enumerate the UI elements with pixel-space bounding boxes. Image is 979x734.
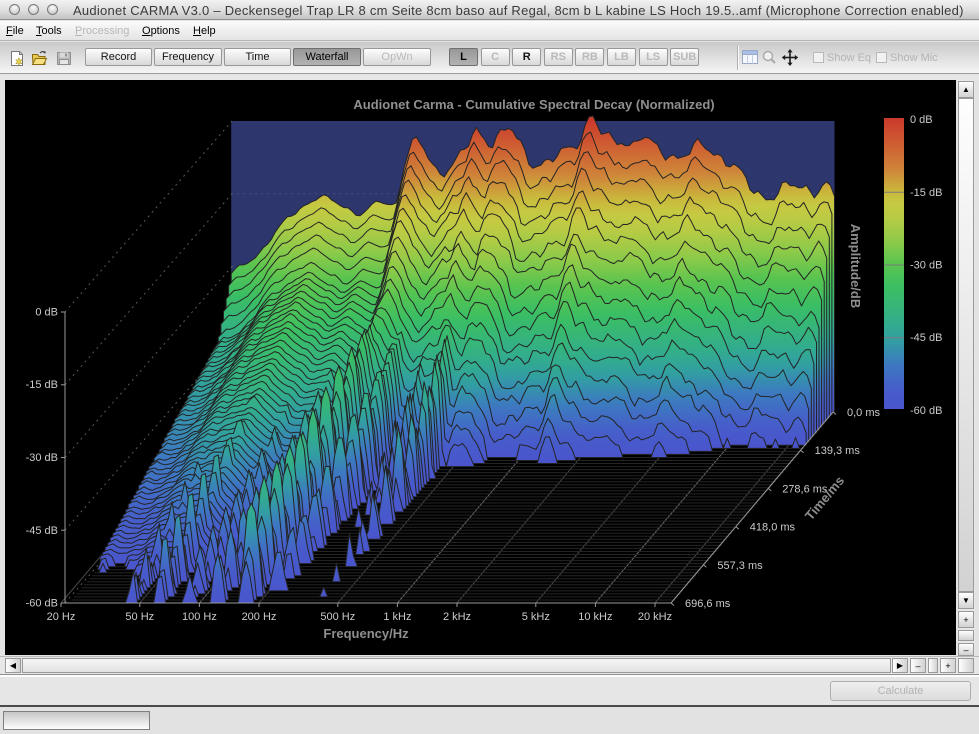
svg-text:-60 dB: -60 dB	[26, 598, 58, 610]
svg-text:Audionet Carma - Cumulative Sp: Audionet Carma - Cumulative Spectral Dec…	[353, 97, 714, 112]
svg-text:100 Hz: 100 Hz	[182, 611, 217, 623]
svg-text:-60 dB: -60 dB	[910, 405, 942, 417]
svg-text:200 Hz: 200 Hz	[242, 611, 277, 623]
svg-text:20 kHz: 20 kHz	[638, 611, 672, 623]
svg-text:-30 dB: -30 dB	[26, 452, 58, 464]
svg-text:0 dB: 0 dB	[35, 307, 58, 319]
svg-text:50 Hz: 50 Hz	[125, 611, 154, 623]
svg-text:-45 dB: -45 dB	[910, 332, 942, 344]
svg-text:Time/ms: Time/ms	[802, 473, 847, 523]
svg-text:20 Hz: 20 Hz	[47, 611, 76, 623]
svg-text:557,3 ms: 557,3 ms	[717, 560, 763, 572]
svg-text:0 dB: 0 dB	[910, 114, 933, 126]
svg-text:696,6 ms: 696,6 ms	[685, 598, 731, 610]
svg-text:-15 dB: -15 dB	[26, 379, 58, 391]
svg-text:139,3 ms: 139,3 ms	[815, 445, 861, 457]
svg-text:500 Hz: 500 Hz	[320, 611, 355, 623]
svg-text:10 kHz: 10 kHz	[578, 611, 612, 623]
svg-text:-15 dB: -15 dB	[910, 187, 942, 199]
svg-text:418,0 ms: 418,0 ms	[750, 522, 796, 534]
svg-text:Frequency/Hz: Frequency/Hz	[323, 626, 409, 641]
svg-text:1 kHz: 1 kHz	[383, 611, 411, 623]
svg-text:Amplitude/dB: Amplitude/dB	[848, 224, 863, 309]
svg-text:-30 dB: -30 dB	[910, 260, 942, 272]
svg-text:5 kHz: 5 kHz	[522, 611, 550, 623]
svg-text:-45 dB: -45 dB	[26, 525, 58, 537]
svg-text:2 kHz: 2 kHz	[443, 611, 471, 623]
svg-text:0,0 ms: 0,0 ms	[847, 407, 881, 419]
